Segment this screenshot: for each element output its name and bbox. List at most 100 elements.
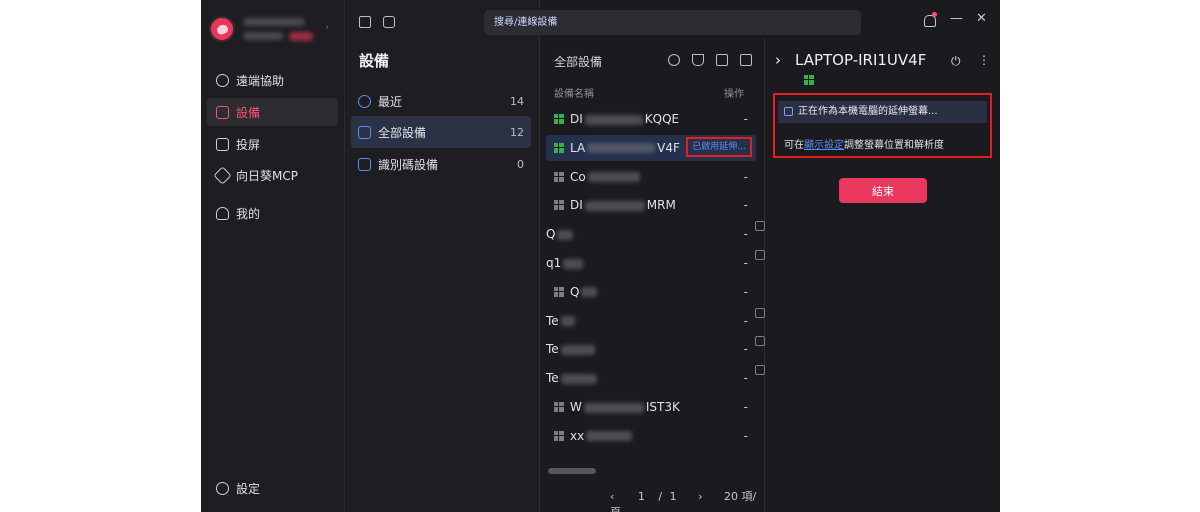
display-settings-link[interactable]: 顯示設定	[804, 140, 844, 151]
redacted-text	[584, 200, 645, 211]
sidebar-item-screen-cast[interactable]: 投屏	[207, 130, 338, 158]
extend-status-badge[interactable]: 已啟用延伸...	[686, 136, 752, 157]
search-input[interactable]: 搜尋/連線設備	[484, 10, 861, 35]
total-pages: 1	[669, 490, 677, 503]
category-panel: 設備 最近 14 全部設備 12 識別碼設備 0	[345, 0, 540, 512]
device-name: Te	[546, 371, 599, 385]
device-row[interactable]: W IST3K -	[546, 394, 756, 420]
device-row[interactable]: Te -	[546, 365, 765, 391]
windows-icon	[554, 286, 564, 297]
mcp-icon	[213, 165, 232, 185]
device-name: q1	[546, 256, 585, 270]
device-row[interactable]: Q-	[546, 279, 756, 305]
chevron-right-icon[interactable]: ›	[325, 22, 329, 33]
avatar[interactable]	[209, 16, 235, 42]
sidebar-item-devices[interactable]: 設備	[207, 98, 338, 126]
redacted-text	[563, 258, 584, 269]
sort-icon[interactable]	[716, 54, 728, 66]
app-icon	[755, 250, 765, 260]
device-row[interactable]: Co -	[546, 164, 756, 190]
horizontal-scrollbar[interactable]	[548, 468, 596, 474]
category-label: 識別碼設備	[378, 157, 439, 172]
settings-label: 設定	[236, 481, 261, 496]
device-name: Te	[546, 314, 577, 328]
chevron-right-icon[interactable]: ›	[775, 51, 781, 69]
device-row[interactable]: xx -	[546, 423, 756, 449]
device-row[interactable]: DI KQQE -	[546, 106, 756, 132]
sidebar-item-profile[interactable]: 我的	[207, 199, 338, 227]
app-icon	[755, 307, 765, 318]
redacted-text	[560, 344, 595, 355]
sidebar-item-label: 投屏	[236, 137, 261, 152]
view-icon[interactable]	[740, 54, 752, 66]
redacted-text	[560, 373, 597, 384]
device-name: Te	[546, 342, 597, 356]
device-name-prefix: Q	[570, 284, 580, 299]
add-window-icon[interactable]	[383, 16, 395, 28]
redacted-text	[583, 402, 644, 413]
hint-text: 可在	[784, 140, 804, 151]
device-name: LA V4F	[570, 141, 680, 155]
refresh-icon[interactable]	[668, 54, 680, 66]
sidebar-item-label: 向日葵MCP	[236, 168, 298, 183]
sidebar-item-label: 設備	[236, 105, 261, 120]
column-header-action: 操作	[724, 89, 744, 100]
device-name: DI MRM	[570, 198, 676, 212]
device-name-prefix: Q	[546, 227, 556, 242]
device-title: › LAPTOP-IRI1UV4F	[775, 51, 926, 69]
app-icon	[755, 336, 765, 347]
windows-icon	[554, 402, 564, 412]
row-action: -	[743, 227, 748, 242]
category-id-devices[interactable]: 識別碼設備 0	[351, 148, 531, 180]
redacted-text	[587, 143, 656, 154]
close-icon[interactable]: ✕	[976, 11, 987, 26]
device-name-prefix: LA	[570, 140, 586, 155]
prev-page-button[interactable]: ‹	[610, 490, 614, 503]
page-separator: /	[658, 490, 663, 503]
screen-cast-icon	[216, 137, 229, 151]
device-row[interactable]: LA V4F 已啟用延伸...	[546, 134, 756, 161]
device-detail-panel: › LAPTOP-IRI1UV4F ⏻ ⋮ 正在作為本機電腦的延伸螢幕... 可在…	[765, 38, 1000, 512]
sidebar-toggle-icon[interactable]	[359, 16, 371, 28]
row-action: -	[743, 342, 748, 357]
device-name: W IST3K	[570, 400, 680, 414]
redacted-text	[581, 287, 598, 298]
current-page: 1	[637, 490, 645, 503]
category-all-devices[interactable]: 全部設備 12	[351, 116, 531, 148]
device-row[interactable]: Q-	[546, 221, 765, 247]
next-page-button[interactable]: ›	[698, 490, 702, 503]
device-name-prefix: Te	[546, 371, 559, 386]
end-button[interactable]: 結束	[839, 178, 927, 203]
device-row[interactable]: Te -	[546, 336, 765, 362]
power-icon[interactable]: ⏻	[951, 54, 961, 69]
device-name: DI KQQE	[570, 112, 679, 126]
device-row[interactable]: DI MRM -	[546, 192, 756, 218]
user-profile[interactable]: ›	[209, 16, 337, 46]
app-icon	[755, 365, 765, 376]
device-list-title: 全部設備	[554, 55, 603, 69]
settings-button[interactable]: 設定	[207, 474, 338, 502]
category-recent[interactable]: 最近 14	[351, 85, 531, 117]
device-row[interactable]: Te -	[546, 307, 765, 334]
sidebar-item-label: 遠端協助	[236, 73, 285, 88]
sidebar-item-mcp[interactable]: 向日葵MCP	[207, 161, 338, 189]
device-row[interactable]: q1 -	[546, 250, 765, 276]
row-action: -	[743, 169, 748, 184]
filter-icon[interactable]	[692, 54, 704, 66]
device-name-suffix: IST3K	[645, 400, 680, 414]
remote-assist-icon	[216, 73, 229, 87]
device-name-suffix: V4F	[657, 140, 680, 155]
user-icon	[216, 206, 229, 220]
minimize-icon[interactable]: —	[950, 11, 963, 26]
device-name-prefix: W	[570, 400, 582, 414]
notice-text: 正在作為本機電腦的延伸螢幕...	[798, 106, 938, 117]
redacted-text	[557, 229, 574, 240]
row-action: -	[743, 284, 748, 299]
row-action: -	[743, 198, 748, 213]
windows-icon	[554, 430, 564, 441]
monitor-icon	[358, 125, 371, 139]
page-size[interactable]: 20 項/頁	[610, 490, 756, 512]
more-icon[interactable]: ⋮	[978, 53, 990, 67]
sidebar-item-remote-assist[interactable]: 遠端協助	[207, 66, 338, 94]
pagination: ‹ 1 / 1 › 20 項/頁	[610, 488, 764, 512]
